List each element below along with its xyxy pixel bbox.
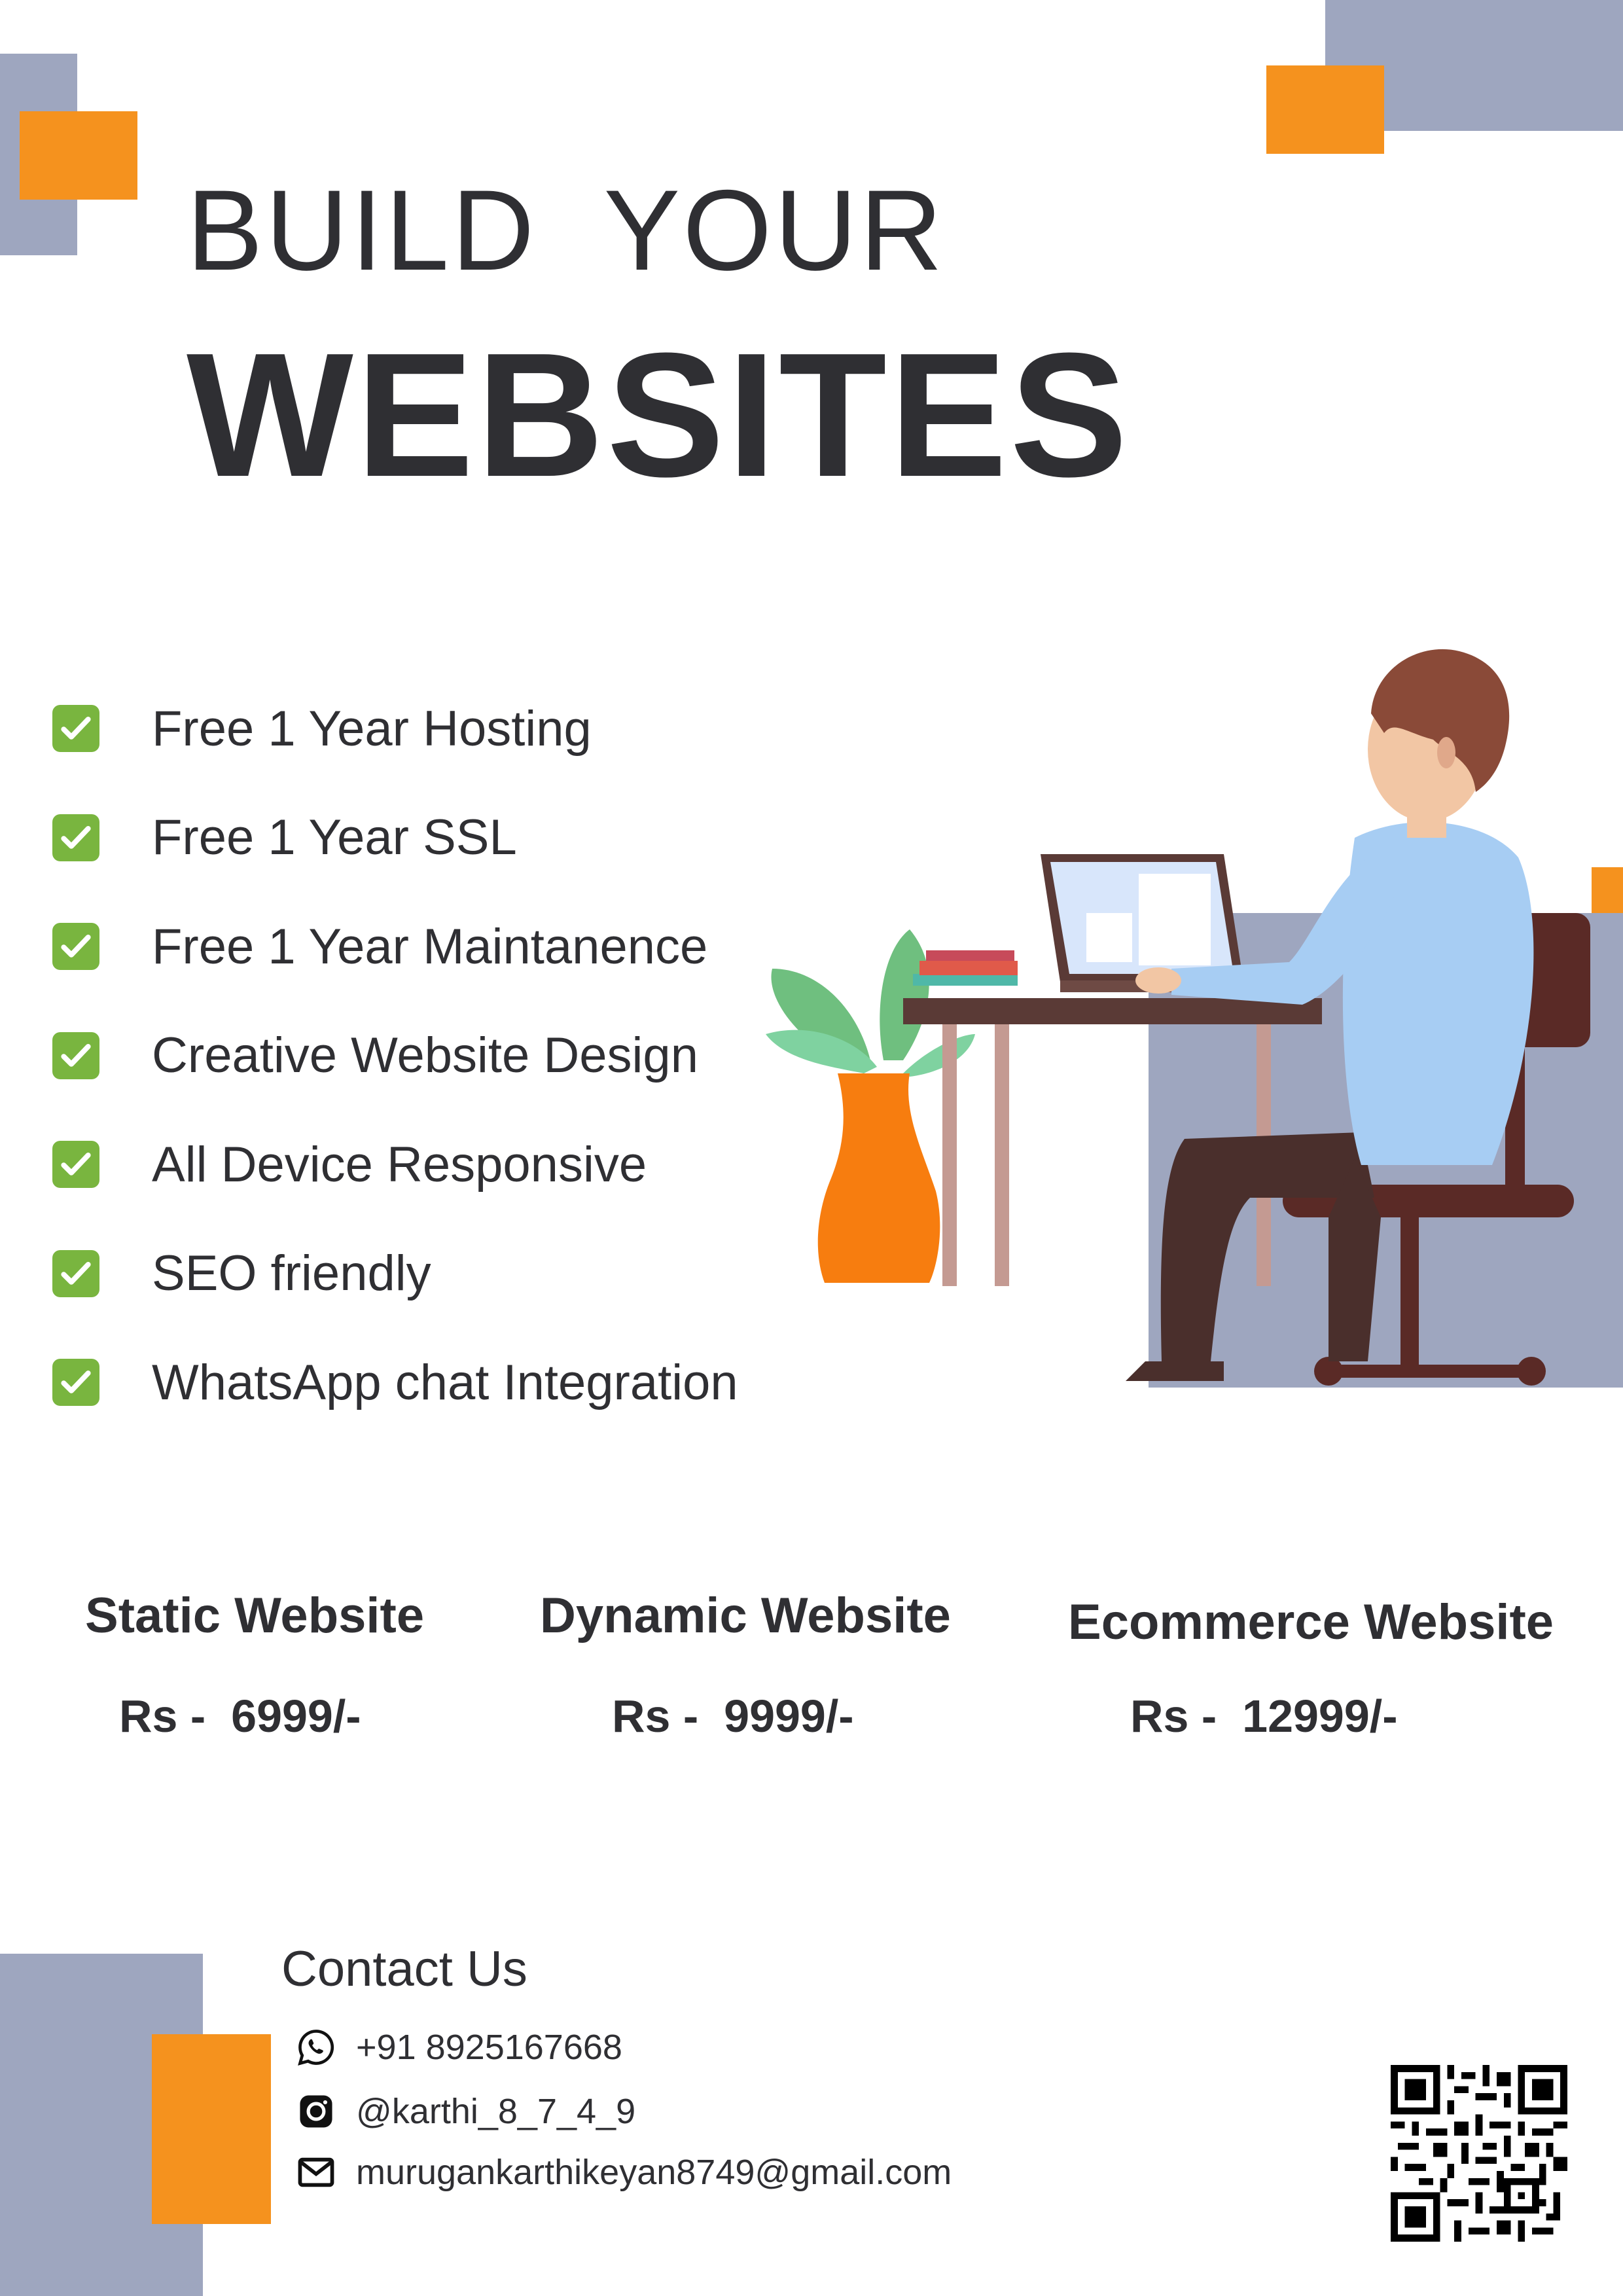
contact-email[interactable]: murugankarthikeyan8749@gmail.com <box>296 2152 952 2193</box>
deco-orange-bottom-left <box>152 2034 271 2224</box>
plan-price: Rs - 6999/- <box>119 1691 361 1742</box>
plan-title: Static Website <box>85 1588 425 1643</box>
instagram-icon <box>300 2095 332 2128</box>
feature-list: Free 1 Year Hosting Free 1 Year SSL Free… <box>52 674 738 1437</box>
feature-label: Free 1 Year SSL <box>152 810 517 866</box>
whatsapp-icon <box>298 2030 334 2066</box>
contact-instagram-text: @karthi_8_7_4_9 <box>356 2092 636 2131</box>
check-box-icon <box>52 1031 99 1079</box>
contact-email-text: murugankarthikeyan8749@gmail.com <box>356 2153 952 2192</box>
books-icon <box>913 950 1018 986</box>
feature-item: All Device Responsive <box>52 1110 738 1219</box>
feature-label: SEO friendly <box>152 1246 431 1302</box>
check-box-icon <box>52 1249 99 1297</box>
plan-price: Rs - 9999/- <box>612 1691 854 1742</box>
check-box-icon <box>52 1141 99 1189</box>
feature-label: Free 1 Year Hosting <box>152 700 592 757</box>
pricing-dynamic: Dynamic Website Rs - 9999/- <box>540 1587 951 1742</box>
check-box-icon <box>52 923 99 971</box>
check-box-icon <box>52 705 99 753</box>
feature-item: Free 1 Year Maintanence <box>52 892 738 1001</box>
pricing-static: Static Website Rs - 6999/- <box>85 1587 424 1742</box>
check-box-icon <box>52 1359 99 1407</box>
feature-item: Creative Website Design <box>52 1001 738 1111</box>
headline-build-your: BUILD YOUR <box>187 167 946 295</box>
feature-item: Free 1 Year Hosting <box>52 674 738 783</box>
contact-instagram[interactable]: @karthi_8_7_4_9 <box>296 2091 635 2132</box>
pricing-ecommerce: Ecommerce Website Rs - 12999/- <box>1068 1594 1554 1742</box>
feature-item: SEO friendly <box>52 1219 738 1329</box>
contact-title: Contact Us <box>281 1941 527 1997</box>
contact-phone-text: +91 8925167668 <box>356 2028 622 2067</box>
qr-code-icon[interactable] <box>1391 2065 1567 2242</box>
plan-price: Rs - 12999/- <box>1130 1691 1398 1742</box>
developer-illustration <box>766 649 1623 1388</box>
check-box-icon <box>52 814 99 861</box>
feature-label: Free 1 Year Maintanence <box>152 918 708 975</box>
feature-label: WhatsApp chat Integration <box>152 1354 738 1410</box>
headline-websites: WEBSITES <box>187 317 1131 514</box>
feature-label: All Device Responsive <box>152 1136 647 1193</box>
deco-orange-top-right <box>1266 65 1384 154</box>
mail-icon <box>298 2157 334 2187</box>
plan-title: Dynamic Website <box>540 1588 951 1643</box>
feature-label: Creative Website Design <box>152 1028 698 1084</box>
feature-item: WhatsApp chat Integration <box>52 1328 738 1437</box>
feature-item: Free 1 Year SSL <box>52 783 738 893</box>
deco-orange-top-left <box>20 111 137 200</box>
vase-icon <box>817 1073 940 1283</box>
plan-title: Ecommerce Website <box>1068 1594 1554 1650</box>
contact-phone[interactable]: +91 8925167668 <box>296 2027 622 2068</box>
